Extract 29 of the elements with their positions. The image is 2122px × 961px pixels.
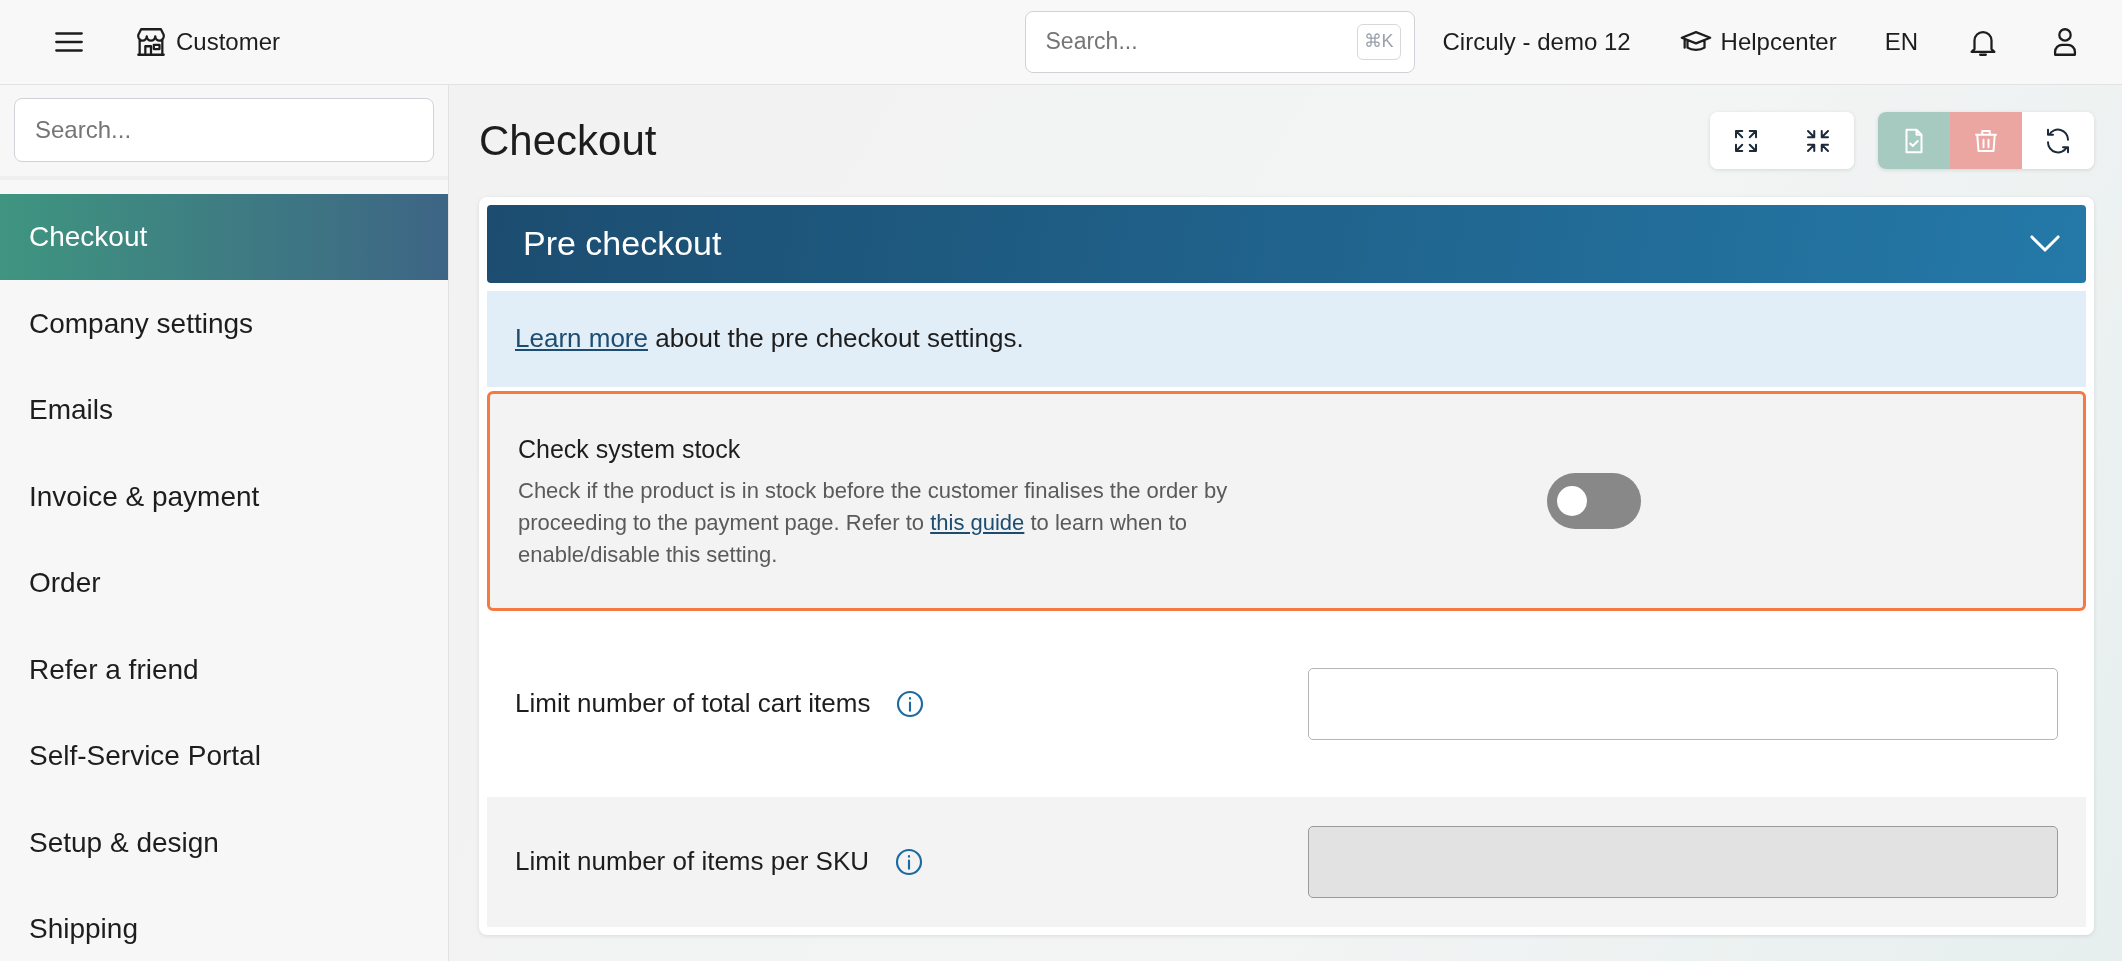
chevron-icon <box>2030 235 2060 253</box>
sidebar-item[interactable]: Refer a friend <box>0 626 448 713</box>
language-selector[interactable]: EN <box>1884 23 1918 60</box>
setting-description: Check if the product is in stock before the customer finalises the order by proceeding to the payment page. Refer to this guide to learn when to enable/disable this setting. <box>518 476 1229 569</box>
sidebar-item[interactable]: Self-Service Portal <box>0 712 448 800</box>
section-header[interactable]: Pre checkout <box>487 204 2086 283</box>
shortcut-hint: ⌘K <box>1356 23 1401 60</box>
sidebar-search-field[interactable]: Search... <box>14 97 434 162</box>
setting-title: Check system stock <box>518 434 742 466</box>
sidebar-item[interactable]: Emails <box>0 366 448 454</box>
sidebar-item[interactable]: Invoice & payment <box>0 453 448 540</box>
setting-label: Limit number of total cart items <box>515 687 871 721</box>
number-field[interactable] <box>1308 667 2058 740</box>
setting-label: Limit number of items per SKU <box>515 845 869 879</box>
sidebar-item[interactable]: Setup & design <box>0 799 448 886</box>
guide-link[interactable]: this guide <box>930 509 1025 535</box>
expand-button[interactable] <box>1710 112 1782 170</box>
collapse-button[interactable] <box>1782 112 1854 170</box>
sidebar-item[interactable]: Company settings <box>0 280 448 367</box>
helpcenter-link[interactable]: Helpcenter <box>1720 23 1837 60</box>
sidebar-item[interactable]: Checkout <box>0 193 448 281</box>
sidebar-item[interactable]: Shipping <box>0 885 448 961</box>
module-title: Customer <box>176 26 281 57</box>
sidebar-item[interactable]: Order <box>0 539 448 627</box>
account-name[interactable]: Circuly - demo 12 <box>1442 23 1631 60</box>
refresh-button[interactable] <box>2022 112 2094 170</box>
info-text: Learn more about the pre checkout settings. <box>487 290 2086 387</box>
page-title: Checkout <box>479 115 657 166</box>
learn-more-link[interactable]: Learn more <box>515 319 648 359</box>
